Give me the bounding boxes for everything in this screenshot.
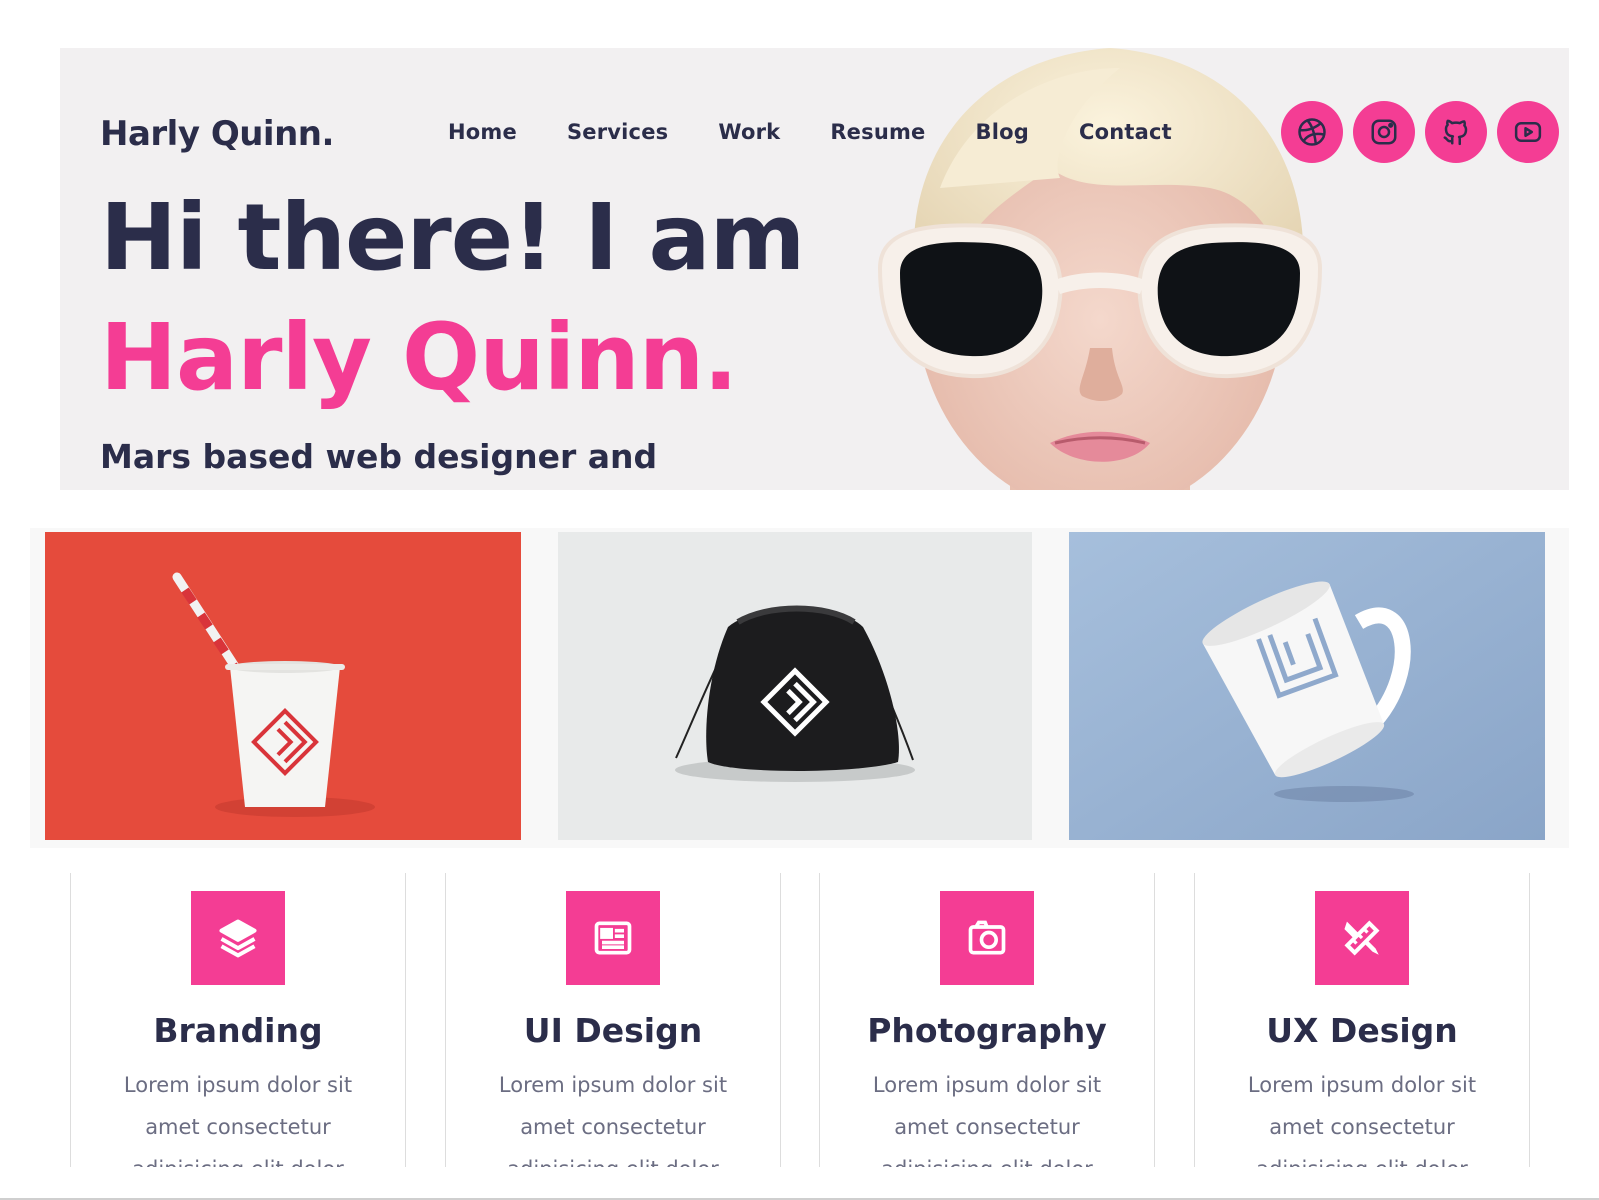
service-description: Lorem ipsum dolor sit amet consectetur a… (872, 1073, 1102, 1167)
service-description: Lorem ipsum dolor sit amet consectetur a… (1247, 1073, 1477, 1167)
nav-blog[interactable]: Blog (976, 120, 1029, 144)
layers-icon (219, 919, 257, 958)
service-icon-box (191, 891, 285, 985)
github-icon (1443, 119, 1468, 146)
main-nav: Home Services Work Resume Blog Contact (448, 120, 1222, 144)
service-title: UI Design (523, 1011, 703, 1050)
youtube-icon (1514, 122, 1542, 142)
service-icon-box (1315, 891, 1409, 985)
portfolio-item-mug[interactable] (1069, 532, 1545, 840)
hero-greeting: Hi there! I am (100, 184, 805, 291)
dribbble-button[interactable] (1281, 101, 1343, 163)
service-card[interactable]: Photography Lorem ipsum dolor sit amet c… (819, 873, 1155, 1167)
drawstring-bag-image (558, 532, 1032, 840)
portfolio-item-bag[interactable] (558, 532, 1032, 840)
coffee-mug-image (1069, 532, 1545, 840)
services-section: Branding Lorem ipsum dolor sit amet cons… (70, 873, 1530, 1167)
pencil-ruler-icon (1344, 920, 1380, 956)
service-card[interactable]: Branding Lorem ipsum dolor sit amet cons… (70, 873, 406, 1167)
nav-contact[interactable]: Contact (1079, 120, 1172, 144)
dribbble-icon (1298, 118, 1326, 146)
instagram-button[interactable] (1353, 101, 1415, 163)
instagram-icon (1371, 119, 1397, 145)
hero-tagline: Mars based web designer and photographer… (100, 437, 658, 490)
nav-services[interactable]: Services (567, 120, 668, 144)
service-icon-box (940, 891, 1034, 985)
service-card[interactable]: UX Design Lorem ipsum dolor sit amet con… (1194, 873, 1530, 1167)
service-card[interactable]: UI Design Lorem ipsum dolor sit amet con… (445, 873, 781, 1167)
nav-resume[interactable]: Resume (830, 120, 925, 144)
camera-icon (968, 920, 1006, 955)
youtube-button[interactable] (1497, 101, 1559, 163)
service-icon-box (566, 891, 660, 985)
nav-work[interactable]: Work (718, 120, 780, 144)
service-description: Lorem ipsum dolor sit amet consectetur a… (498, 1073, 728, 1167)
service-title: Photography (867, 1011, 1107, 1050)
hero-section: Harly Quinn. Home Services Work Resume B… (60, 48, 1569, 490)
paper-cup-image (45, 532, 521, 840)
service-description: Lorem ipsum dolor sit amet consectetur a… (123, 1073, 353, 1167)
portfolio-gallery (30, 528, 1569, 848)
service-title: UX Design (1266, 1011, 1458, 1050)
nav-home[interactable]: Home (448, 120, 517, 144)
social-links (1281, 101, 1559, 163)
service-title: Branding (153, 1011, 323, 1050)
brand-logo[interactable]: Harly Quinn. (100, 114, 334, 154)
hero-name: Harly Quinn. (100, 304, 738, 411)
portfolio-item-cup[interactable] (45, 532, 521, 840)
newspaper-icon (594, 921, 632, 955)
github-button[interactable] (1425, 101, 1487, 163)
